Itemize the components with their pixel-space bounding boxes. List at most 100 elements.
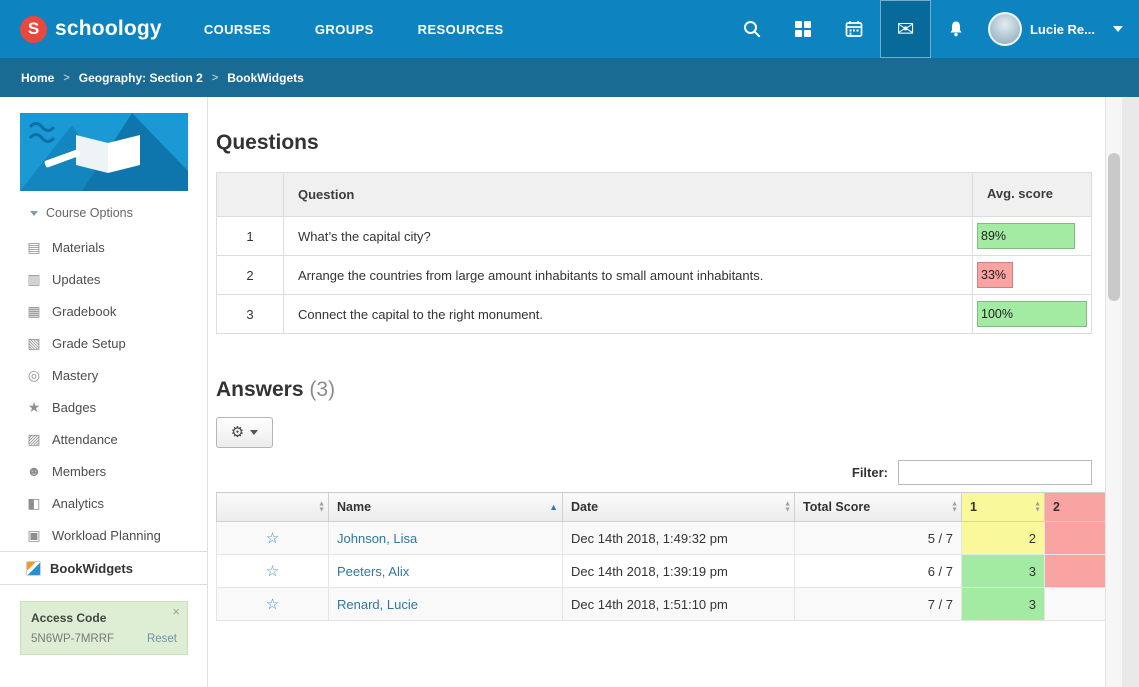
grade-setup-icon: ▧ [25, 336, 43, 350]
nav-courses[interactable]: COURSES [204, 22, 271, 37]
course-nav: ▤ Materials ▥ Updates ▦ Gradebook ▧ Grad… [0, 231, 207, 585]
answer-name-cell: Peeters, Alix [329, 555, 563, 588]
schoology-logo-text: schoology [55, 17, 162, 41]
content-area: Course Options ▤ Materials ▥ Updates ▦ G… [0, 97, 1139, 687]
course-sidebar: Course Options ▤ Materials ▥ Updates ▦ G… [0, 97, 208, 687]
search-icon [742, 19, 762, 39]
answer-row: ☆ Peeters, Alix Dec 14th 2018, 1:39:19 p… [217, 555, 1106, 588]
breadcrumb-bookwidgets[interactable]: BookWidgets [227, 71, 304, 85]
question-avg-cell: 33% [973, 256, 1092, 295]
sidebar-item-bookwidgets[interactable]: BookWidgets [0, 551, 207, 585]
question-row: 3 Connect the capital to the right monum… [217, 295, 1092, 334]
chevron-down-icon [1113, 26, 1123, 32]
close-icon[interactable]: × [172, 604, 180, 619]
answer-q1-score: 3 [962, 588, 1045, 621]
questions-title: Questions [216, 131, 1092, 155]
search-button[interactable] [727, 0, 778, 58]
answers-col-date[interactable]: Date ▲▼ [563, 493, 795, 522]
window-scrollbar-gutter [1122, 97, 1139, 687]
question-row: 2 Arrange the countries from large amoun… [217, 256, 1092, 295]
sidebar-item-materials[interactable]: ▤ Materials [0, 231, 207, 263]
star-button[interactable]: ☆ [217, 555, 329, 588]
answers-table: ▲▼ Name ▲ Date ▲▼ Total Score ▲▼ [216, 492, 1105, 621]
student-name-link[interactable]: Renard, Lucie [337, 597, 418, 612]
question-number: 3 [217, 295, 284, 334]
sidebar-item-grade-setup[interactable]: ▧ Grade Setup [0, 327, 207, 359]
course-image [20, 113, 188, 191]
avg-score-bar: 89% [977, 223, 1075, 249]
user-name: Lucie Re... [1030, 22, 1095, 37]
sidebar-item-members[interactable]: ☻ Members [0, 455, 207, 487]
messages-button[interactable]: ✉ [880, 0, 931, 58]
user-menu[interactable]: Lucie Re... [988, 12, 1123, 46]
main-scrollbar-thumb[interactable] [1108, 153, 1120, 301]
badges-icon: ★ [25, 400, 43, 414]
questions-col-number [217, 173, 284, 217]
dropdown-caret-icon [250, 430, 258, 435]
sidebar-item-analytics[interactable]: ◧ Analytics [0, 487, 207, 519]
course-options-label: Course Options [46, 206, 133, 220]
sort-icons: ▲▼ [784, 502, 791, 513]
answers-col-q2[interactable]: 2 ▲▼ [1045, 493, 1106, 522]
student-name-link[interactable]: Peeters, Alix [337, 564, 409, 579]
gear-icon: ⚙ [231, 425, 244, 440]
analytics-icon: ◧ [25, 496, 43, 510]
calendar-button[interactable] [829, 0, 880, 58]
sidebar-item-gradebook[interactable]: ▦ Gradebook [0, 295, 207, 327]
answers-options-button[interactable]: ⚙ [216, 417, 273, 448]
breadcrumb-separator: > [212, 72, 218, 84]
sidebar-item-label: Updates [52, 272, 100, 287]
student-name-link[interactable]: Johnson, Lisa [337, 531, 417, 546]
top-navigation-bar: S schoology COURSES GROUPS RESOURCES [0, 0, 1139, 58]
bookwidgets-icon [26, 561, 41, 576]
nav-resources[interactable]: RESOURCES [418, 22, 504, 37]
access-code-box: × Access Code 5N6WP-7MRRF Reset [20, 601, 188, 655]
filter-row: Filter: [216, 460, 1092, 485]
breadcrumb-course[interactable]: Geography: Section 2 [79, 71, 203, 85]
sidebar-item-attendance[interactable]: ▨ Attendance [0, 423, 207, 455]
apps-button[interactable] [778, 0, 829, 58]
sidebar-item-label: Gradebook [52, 304, 116, 319]
question-number: 1 [217, 217, 284, 256]
sidebar-item-badges[interactable]: ★ Badges [0, 391, 207, 423]
star-button[interactable]: ☆ [217, 522, 329, 555]
updates-icon: ▥ [25, 272, 43, 286]
sidebar-item-mastery[interactable]: ◎ Mastery [0, 359, 207, 391]
sidebar-item-updates[interactable]: ▥ Updates [0, 263, 207, 295]
star-button[interactable]: ☆ [217, 588, 329, 621]
sort-icons: ▲▼ [951, 502, 958, 513]
nav-groups[interactable]: GROUPS [315, 22, 374, 37]
access-code-reset-link[interactable]: Reset [147, 633, 177, 645]
question-row: 1 What’s the capital city? 89% [217, 217, 1092, 256]
members-icon: ☻ [25, 464, 43, 478]
question-text: Arrange the countries from large amount … [284, 256, 973, 295]
answers-col-q1[interactable]: 1 ▲▼ [962, 493, 1045, 522]
main-scrollbar-track[interactable] [1105, 97, 1122, 687]
apps-grid-icon [793, 19, 813, 39]
sidebar-item-workload-planning[interactable]: ▣ Workload Planning [0, 519, 207, 551]
sort-icons: ▲▼ [1034, 502, 1041, 513]
notifications-button[interactable] [931, 0, 982, 58]
sidebar-item-label: Members [52, 464, 106, 479]
answer-row: ☆ Renard, Lucie Dec 14th 2018, 1:51:10 p… [217, 588, 1106, 621]
questions-col-avg-score: Avg. score [973, 173, 1092, 217]
main-panel: Questions Question Avg. score 1 What’s t… [208, 97, 1105, 687]
gradebook-icon: ▦ [25, 304, 43, 318]
access-code-title: Access Code [31, 611, 177, 625]
sidebar-item-label: BookWidgets [50, 561, 133, 576]
answer-total-score: 7 / 7 [795, 588, 962, 621]
filter-input[interactable] [898, 460, 1092, 485]
header-actions: ✉ Lucie Re... [727, 0, 1139, 58]
schoology-logo[interactable]: S schoology [20, 16, 162, 43]
attendance-icon: ▨ [25, 432, 43, 446]
answers-col-name[interactable]: Name ▲ [329, 493, 563, 522]
course-options-toggle[interactable]: Course Options [30, 206, 207, 220]
sidebar-item-label: Workload Planning [52, 528, 161, 543]
breadcrumb-home[interactable]: Home [21, 71, 54, 85]
answer-q1-score: 3 [962, 555, 1045, 588]
breadcrumb: Home > Geography: Section 2 > BookWidget… [0, 58, 1139, 97]
answers-col-star[interactable]: ▲▼ [217, 493, 329, 522]
answers-col-total-score[interactable]: Total Score ▲▼ [795, 493, 962, 522]
question-text: Connect the capital to the right monumen… [284, 295, 973, 334]
question-number: 2 [217, 256, 284, 295]
